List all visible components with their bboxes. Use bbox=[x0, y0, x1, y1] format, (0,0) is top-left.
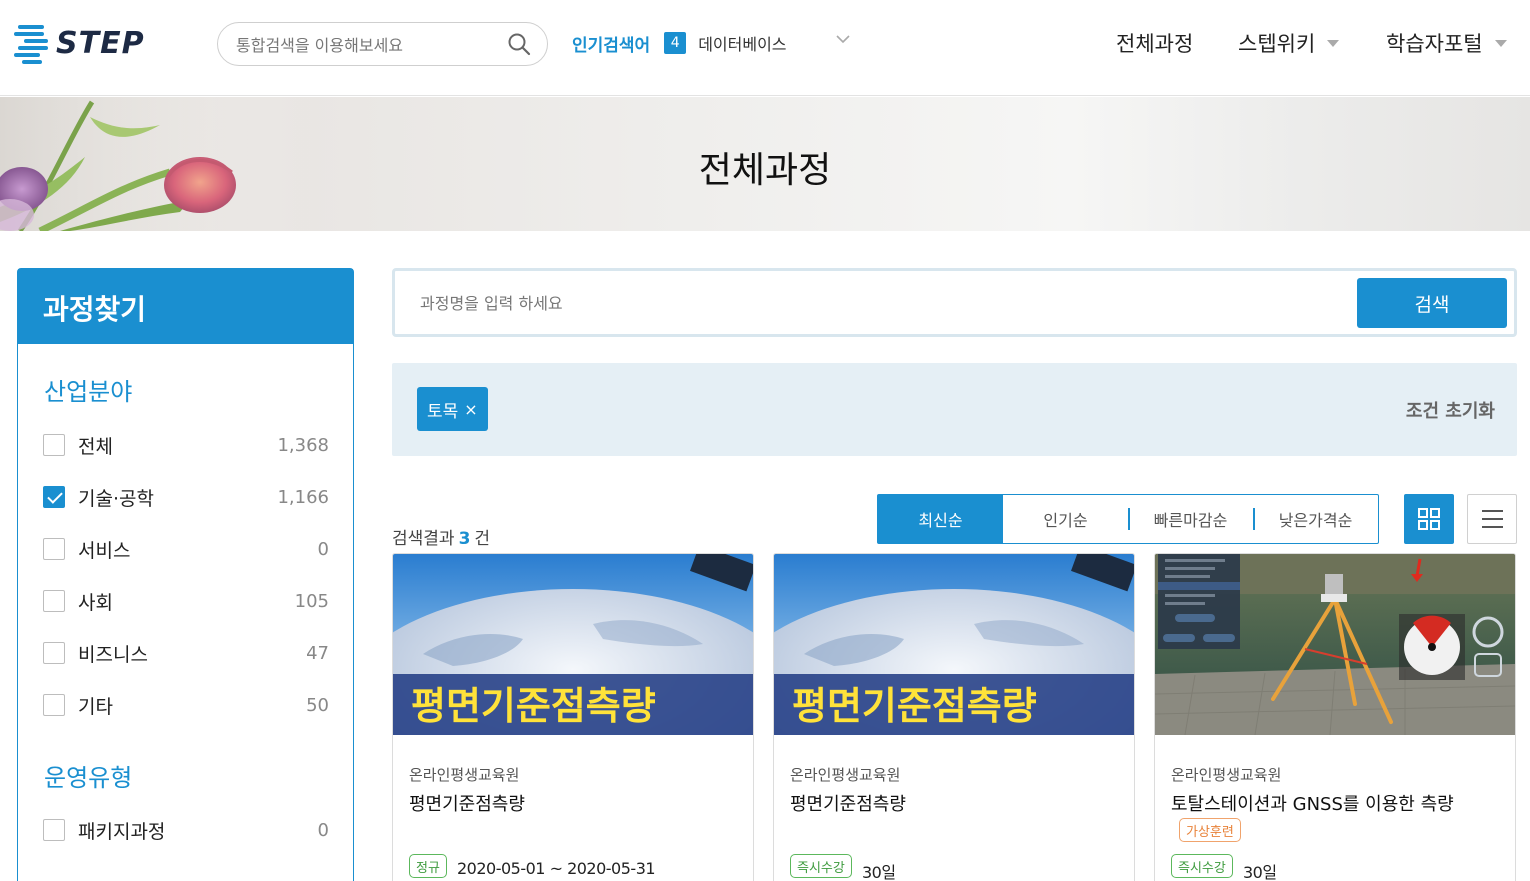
filter-chip[interactable]: 토목 × bbox=[417, 387, 488, 431]
course-thumbnail: 평면기준점측량 bbox=[774, 554, 1134, 735]
list-icon bbox=[1482, 510, 1503, 528]
nav-learner-portal[interactable]: 학습자포털 bbox=[1386, 28, 1507, 58]
filter-industry-tech[interactable]: 기술·공학 1,166 bbox=[43, 484, 329, 510]
course-title[interactable]: 평면기준점측량 bbox=[409, 790, 525, 816]
section-industry: 산업분야 bbox=[44, 378, 133, 406]
filter-label: 사회 bbox=[78, 591, 113, 614]
filter-industry-etc[interactable]: 기타 50 bbox=[43, 692, 329, 718]
checkbox[interactable] bbox=[43, 590, 65, 612]
course-badge: 즉시수강 bbox=[1171, 854, 1233, 878]
checkbox[interactable] bbox=[43, 642, 65, 664]
filter-industry-business[interactable]: 비즈니스 47 bbox=[43, 640, 329, 666]
course-card[interactable]: 온라인평생교육원 토탈스테이션과 GNSS를 이용한 측량 가상훈련 즉시수강 … bbox=[1154, 553, 1516, 881]
course-card[interactable]: 평면기준점측량 온라인평생교육원 평면기준점측량 정규 2020-05-01 ~… bbox=[392, 553, 754, 881]
reset-filters-button[interactable]: 조건 초기화 bbox=[1406, 397, 1495, 423]
popular-keywords[interactable]: 인기검색어 4 데이터베이스 bbox=[572, 31, 787, 56]
site-header: STEP 인기검색어 4 데이터베이스 전체과정 스텝위키 학습자포털 bbox=[0, 0, 1530, 96]
thumbnail-text: 평면기준점측량 bbox=[792, 684, 1037, 728]
course-search-bar: 검색 bbox=[392, 268, 1517, 337]
close-icon[interactable]: × bbox=[464, 400, 477, 419]
course-org: 온라인평생교육원 bbox=[790, 766, 901, 784]
course-period: 30일 bbox=[862, 863, 896, 881]
course-title[interactable]: 토탈스테이션과 GNSS를 이용한 측량 bbox=[1171, 790, 1454, 816]
result-prefix: 검색결과 bbox=[392, 529, 455, 549]
sidebar-title: 과정찾기 bbox=[18, 269, 353, 344]
course-finder-sidebar: 과정찾기 산업분야 전체 1,368 기술·공학 1,166 서비스 0 사회 … bbox=[17, 268, 354, 881]
checkbox[interactable] bbox=[43, 819, 65, 841]
active-filters: 토목 × 조건 초기화 bbox=[392, 363, 1517, 456]
nav-learner-portal-label: 학습자포털 bbox=[1386, 32, 1483, 56]
list-view-button[interactable] bbox=[1467, 494, 1517, 544]
logo-mark-icon bbox=[14, 23, 52, 64]
filter-label: 패키지과정 bbox=[78, 820, 166, 843]
globe-image: 평면기준점측량 bbox=[774, 554, 1134, 735]
filter-count: 1,166 bbox=[277, 486, 329, 508]
filter-count: 47 bbox=[306, 642, 329, 664]
checkbox[interactable] bbox=[43, 694, 65, 716]
nav-step-wiki-label: 스텝위키 bbox=[1238, 32, 1316, 56]
filter-operation-package[interactable]: 패키지과정 0 bbox=[43, 817, 329, 843]
nav-all-courses[interactable]: 전체과정 bbox=[1116, 28, 1193, 58]
search-icon[interactable] bbox=[507, 32, 531, 56]
filter-label: 기타 bbox=[78, 695, 113, 718]
filter-chip-label: 토목 bbox=[427, 401, 459, 422]
course-title[interactable]: 평면기준점측량 bbox=[790, 790, 906, 816]
filter-label: 기술·공학 bbox=[78, 487, 154, 510]
filter-label: 서비스 bbox=[78, 539, 131, 562]
filter-industry-service[interactable]: 서비스 0 bbox=[43, 536, 329, 562]
checkbox-checked[interactable] bbox=[43, 486, 65, 508]
course-period: 30일 bbox=[1243, 863, 1277, 881]
thumbnail-text: 평면기준점측량 bbox=[411, 684, 656, 728]
sort-popular[interactable]: 인기순 bbox=[1003, 495, 1128, 543]
popular-term-link[interactable]: 데이터베이스 bbox=[698, 31, 786, 55]
sort-latest[interactable]: 최신순 bbox=[878, 495, 1003, 543]
site-logo[interactable]: STEP bbox=[14, 20, 174, 66]
course-org: 온라인평생교육원 bbox=[1171, 766, 1282, 784]
filter-label: 비즈니스 bbox=[78, 643, 148, 666]
course-thumbnail bbox=[1155, 554, 1515, 735]
section-operation-type: 운영유형 bbox=[44, 764, 133, 792]
course-period: 2020-05-01 ~ 2020-05-31 bbox=[457, 859, 656, 878]
caret-down-icon bbox=[1327, 39, 1340, 47]
filter-label: 전체 bbox=[78, 435, 113, 458]
nav-step-wiki[interactable]: 스텝위키 bbox=[1238, 28, 1340, 58]
checkbox[interactable] bbox=[43, 538, 65, 560]
course-card[interactable]: 평면기준점측량 온라인평생교육원 평면기준점측량 즉시수강 30일 bbox=[773, 553, 1135, 881]
course-search-button[interactable]: 검색 bbox=[1357, 278, 1507, 328]
result-number: 3 bbox=[458, 529, 471, 549]
course-badge: 정규 bbox=[409, 854, 447, 878]
filter-industry-society[interactable]: 사회 105 bbox=[43, 588, 329, 614]
global-search bbox=[217, 22, 548, 66]
sort-tabs: 최신순 인기순 빠른마감순 낮은가격순 bbox=[877, 494, 1379, 544]
grid-view-button[interactable] bbox=[1404, 494, 1454, 544]
course-search-input[interactable] bbox=[420, 291, 1320, 315]
filter-count: 105 bbox=[294, 590, 329, 612]
filter-count: 50 bbox=[306, 694, 329, 716]
filter-count: 0 bbox=[317, 819, 329, 841]
course-tag: 가상훈련 bbox=[1179, 818, 1241, 842]
sort-low-price[interactable]: 낮은가격순 bbox=[1253, 495, 1378, 543]
popular-rank-badge: 4 bbox=[664, 32, 687, 54]
grid-icon bbox=[1418, 508, 1440, 530]
course-thumbnail: 평면기준점측량 bbox=[393, 554, 753, 735]
chevron-down-icon[interactable] bbox=[836, 34, 850, 44]
page-banner: 전체과정 bbox=[0, 97, 1530, 231]
simulation-image bbox=[1155, 554, 1515, 735]
logo-text: STEP bbox=[56, 25, 145, 61]
filter-count: 0 bbox=[317, 538, 329, 560]
caret-down-icon bbox=[1494, 39, 1507, 47]
filter-count: 1,368 bbox=[277, 434, 329, 456]
sort-deadline[interactable]: 빠른마감순 bbox=[1128, 495, 1253, 543]
global-search-input[interactable] bbox=[236, 33, 496, 57]
checkbox[interactable] bbox=[43, 434, 65, 456]
result-count: 검색결과 3 건 bbox=[392, 524, 490, 549]
filter-industry-all[interactable]: 전체 1,368 bbox=[43, 432, 329, 458]
page-title: 전체과정 bbox=[698, 150, 832, 191]
popular-label: 인기검색어 bbox=[572, 35, 651, 56]
course-badge: 즉시수강 bbox=[790, 854, 852, 878]
course-org: 온라인평생교육원 bbox=[409, 766, 520, 784]
globe-image: 평면기준점측량 bbox=[393, 554, 753, 735]
nav-all-courses-label: 전체과정 bbox=[1116, 32, 1194, 56]
result-suffix: 건 bbox=[474, 529, 491, 549]
